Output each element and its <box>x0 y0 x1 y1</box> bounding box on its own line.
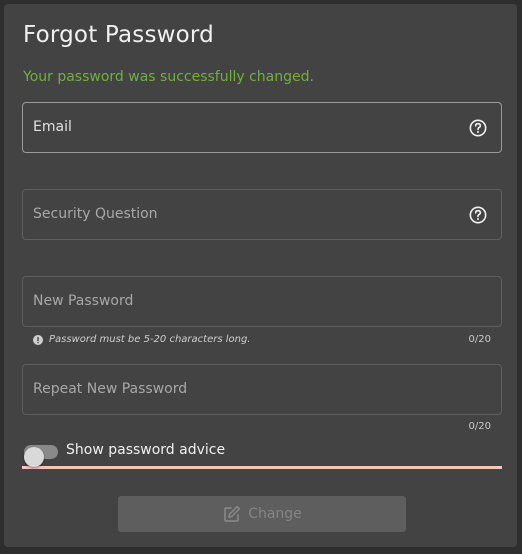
repeat-password-label: Repeat New Password <box>33 381 188 397</box>
forgot-password-card: Forgot Password Your password was succes… <box>4 4 517 547</box>
help-icon[interactable] <box>469 119 487 137</box>
success-message: Your password was successfully changed. <box>23 69 314 85</box>
repeat-password-field[interactable]: Repeat New Password <box>22 364 502 415</box>
password-hint-text: Password must be 5-20 characters long. <box>49 334 251 345</box>
change-button-label: Change <box>248 506 302 522</box>
info-icon <box>33 334 43 345</box>
show-password-advice-toggle[interactable] <box>24 445 58 467</box>
security-question-field[interactable]: Security Question <box>22 189 502 240</box>
edit-icon <box>224 505 241 522</box>
help-icon[interactable] <box>469 206 487 224</box>
new-password-label: New Password <box>33 293 134 309</box>
new-password-counter: 0/20 <box>468 334 491 345</box>
change-button[interactable]: Change <box>118 496 406 532</box>
page-title: Forgot Password <box>23 22 214 48</box>
security-question-label: Security Question <box>33 206 158 222</box>
password-hint: Password must be 5-20 characters long. <box>33 334 251 345</box>
email-field-label: Email <box>33 119 72 135</box>
show-password-advice-row: Show password advice <box>22 438 502 469</box>
toggle-knob[interactable] <box>24 447 44 467</box>
new-password-field[interactable]: New Password <box>22 276 502 327</box>
show-password-advice-label[interactable]: Show password advice <box>66 442 225 458</box>
email-field[interactable]: Email <box>22 102 502 153</box>
repeat-password-counter: 0/20 <box>468 421 491 432</box>
